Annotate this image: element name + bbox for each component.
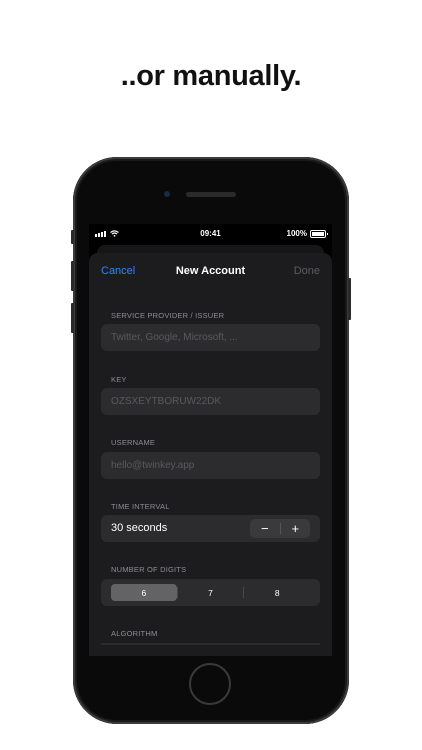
username-input[interactable] (101, 452, 320, 479)
interval-row: 30 seconds − + (101, 515, 320, 542)
interval-value: 30 seconds (111, 522, 168, 534)
username-label: USERNAME (111, 438, 156, 447)
service-field-container (101, 324, 320, 351)
battery-icon (310, 229, 328, 238)
front-camera (164, 191, 170, 197)
interval-label: TIME INTERVAL (111, 502, 170, 511)
earpiece-speaker (186, 192, 236, 197)
home-button[interactable] (189, 663, 231, 705)
battery-percent: 100% (286, 229, 307, 238)
plus-icon[interactable]: + (281, 519, 311, 538)
done-button[interactable]: Done (294, 265, 320, 277)
phone-volume-up (71, 261, 74, 291)
headline: ..or manually. (120, 60, 302, 92)
new-account-sheet: Cancel New Account Done SERVICE PROVIDER… (89, 253, 332, 656)
digits-option-6[interactable]: 6 (111, 584, 177, 601)
service-input[interactable] (101, 324, 320, 351)
key-label: KEY (111, 375, 127, 384)
interval-stepper: − + (250, 519, 310, 538)
nav-bar: Cancel New Account Done (89, 253, 332, 289)
digits-label: NUMBER OF DIGITS (111, 565, 187, 574)
digits-option-8[interactable]: 8 (244, 584, 310, 601)
digits-option-7[interactable]: 7 (178, 584, 244, 601)
minus-icon[interactable]: − (250, 519, 280, 538)
username-field-container (101, 452, 320, 479)
phone-power-button (348, 278, 351, 320)
digits-segmented-control: 6 7 8 (101, 579, 320, 606)
key-input[interactable] (101, 388, 320, 415)
algorithm-field-edge (101, 643, 320, 645)
phone-screen: 09:41 100% Cancel New Account Done SERVI… (89, 224, 332, 656)
algorithm-label: ALGORITHM (111, 629, 158, 638)
phone-volume-down (71, 303, 74, 333)
status-bar: 09:41 100% (89, 224, 332, 243)
service-label: SERVICE PROVIDER / ISSUER (111, 311, 225, 320)
phone-silent-switch (71, 230, 74, 244)
key-field-container (101, 388, 320, 415)
